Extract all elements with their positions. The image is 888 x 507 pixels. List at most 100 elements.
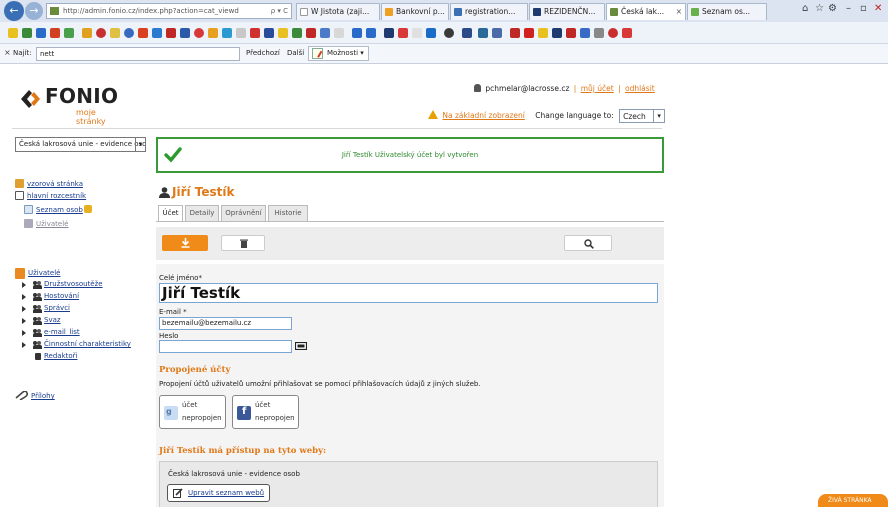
toolbar-icon[interactable] [124, 28, 134, 38]
password-input[interactable] [159, 340, 292, 353]
toolbar-icon[interactable] [278, 28, 288, 38]
expand-icon[interactable] [22, 330, 26, 336]
tab-history[interactable]: Historie [268, 205, 308, 221]
toolbar-icon[interactable] [412, 28, 422, 38]
edit-webs-button[interactable]: Upravit seznam webů [167, 484, 270, 502]
maximize-icon[interactable]: ▫ [860, 3, 867, 14]
key-icon[interactable] [295, 342, 307, 350]
toolbar-icon[interactable] [96, 28, 106, 38]
toolbar-icon[interactable] [82, 28, 92, 38]
browser-tab[interactable]: Seznam os... [687, 3, 767, 20]
sidebar-group-item[interactable]: Svaz [44, 316, 61, 324]
settings-icon[interactable]: ⚙ [828, 3, 837, 14]
tab-details[interactable]: Detaily [185, 205, 219, 221]
toolbar-icon[interactable] [492, 28, 502, 38]
browser-tab[interactable]: W Jistota (zaji... [296, 3, 380, 20]
expand-icon[interactable] [22, 318, 26, 324]
tab-close-icon[interactable]: × [676, 4, 682, 19]
toolbar-icon[interactable] [250, 28, 260, 38]
find-close-icon[interactable]: × [4, 48, 11, 57]
google-account-button[interactable]: g účet nepropojen [159, 395, 226, 429]
download-button[interactable] [162, 235, 208, 251]
toolbar-icon[interactable] [306, 28, 316, 38]
toolbar-icon[interactable] [36, 28, 46, 38]
find-next-button[interactable]: Další [287, 49, 304, 57]
sidebar-item-users[interactable]: Uživatelé [36, 220, 68, 228]
toolbar-icon[interactable] [50, 28, 60, 38]
expand-icon[interactable] [22, 306, 26, 312]
browser-tab[interactable]: registration... [450, 3, 528, 20]
toolbar-icon[interactable] [166, 28, 176, 38]
search-button[interactable] [564, 235, 612, 251]
sidebar-group-item[interactable]: e-mail_list [44, 328, 80, 336]
toolbar-icon[interactable] [292, 28, 302, 38]
toolbar-icon[interactable] [352, 28, 362, 38]
facebook-account-button[interactable]: f účet nepropojen [232, 395, 299, 429]
sidebar-group-item[interactable]: Družstvosoutěže [44, 280, 103, 288]
organization-select[interactable]: Česká lakrosová unie - evidence osob ▾ [15, 137, 146, 152]
forward-button[interactable]: → [25, 2, 43, 20]
expand-icon[interactable] [22, 282, 26, 288]
address-controls[interactable]: ρ ▾ C [271, 4, 288, 18]
tab-permissions[interactable]: Oprávnění [221, 205, 266, 221]
basic-view-link[interactable]: Na základní zobrazení [442, 111, 524, 120]
delete-button[interactable] [221, 235, 265, 251]
browser-tab-active[interactable]: Česká lak... × [606, 3, 686, 20]
sidebar-group-item[interactable]: Správci [44, 304, 70, 312]
toolbar-icon[interactable] [110, 28, 120, 38]
home-icon[interactable]: ⌂ [802, 3, 808, 14]
toolbar-icon[interactable] [594, 28, 604, 38]
toolbar-icon[interactable] [208, 28, 218, 38]
find-input[interactable]: nett [36, 47, 240, 61]
fonio-logo[interactable]: FONIO moje stránky [18, 84, 128, 126]
toolbar-icon[interactable] [510, 28, 520, 38]
toolbar-icon[interactable] [194, 28, 204, 38]
toolbar-icon[interactable] [444, 28, 454, 38]
logout-link[interactable]: odhlásit [625, 84, 655, 93]
toolbar-icon[interactable] [334, 28, 344, 38]
toolbar-icon[interactable] [64, 28, 74, 38]
toolbar-icon[interactable] [366, 28, 376, 38]
browser-tab[interactable]: Bankovní p... [381, 3, 449, 20]
sidebar-users-section[interactable]: Uživatelé [28, 269, 60, 277]
sidebar-item-main-signpost[interactable]: hlavní rozcestník [27, 192, 86, 200]
toolbar-icon[interactable] [222, 28, 232, 38]
minimize-icon[interactable]: – [846, 3, 851, 14]
toolbar-icon[interactable] [264, 28, 274, 38]
find-previous-button[interactable]: Předchozí [246, 49, 280, 57]
toolbar-icon[interactable] [152, 28, 162, 38]
toolbar-icon[interactable] [320, 28, 330, 38]
sidebar-item-attachments[interactable]: Přílohy [31, 392, 55, 400]
address-bar[interactable]: http://admin.fonio.cz/index.php?action=c… [46, 3, 292, 19]
toolbar-icon[interactable] [398, 28, 408, 38]
tab-account[interactable]: Účet [158, 205, 183, 222]
toolbar-icon[interactable] [524, 28, 534, 38]
toolbar-icon[interactable] [538, 28, 548, 38]
full-name-input[interactable]: Jiří Testík [159, 283, 658, 303]
back-button[interactable]: ← [4, 1, 24, 21]
toolbar-icon[interactable] [236, 28, 246, 38]
expand-icon[interactable] [22, 294, 26, 300]
find-options-button[interactable]: Možnosti ▾ [308, 46, 369, 61]
sidebar-group-item-editors[interactable]: Redaktoři [44, 352, 78, 360]
toolbar-icon[interactable] [180, 28, 190, 38]
language-select[interactable]: Czech ▾ [619, 109, 666, 123]
close-window-icon[interactable]: ✕ [874, 3, 882, 14]
sidebar-item-sample-page[interactable]: vzorová stránka [27, 180, 83, 188]
my-account-link[interactable]: můj účet [581, 84, 614, 93]
browser-tab[interactable]: REZIDENČN... [529, 3, 605, 20]
sidebar-group-item[interactable]: Činnostní charakteristiky [44, 340, 131, 348]
toolbar-icon[interactable] [622, 28, 632, 38]
live-page-tab[interactable]: ŽIVÁ STRÁNKA [818, 494, 888, 507]
expand-icon[interactable] [22, 342, 26, 348]
toolbar-icon[interactable] [384, 28, 394, 38]
email-input[interactable]: bezemailu@bezemailu.cz [159, 317, 292, 330]
toolbar-icon[interactable] [478, 28, 488, 38]
sidebar-group-item[interactable]: Hostování [44, 292, 79, 300]
toolbar-icon[interactable] [608, 28, 618, 38]
toolbar-icon[interactable] [552, 28, 562, 38]
toolbar-icon[interactable] [462, 28, 472, 38]
toolbar-icon[interactable] [138, 28, 148, 38]
toolbar-icon[interactable] [566, 28, 576, 38]
favorites-icon[interactable]: ☆ [815, 3, 824, 14]
